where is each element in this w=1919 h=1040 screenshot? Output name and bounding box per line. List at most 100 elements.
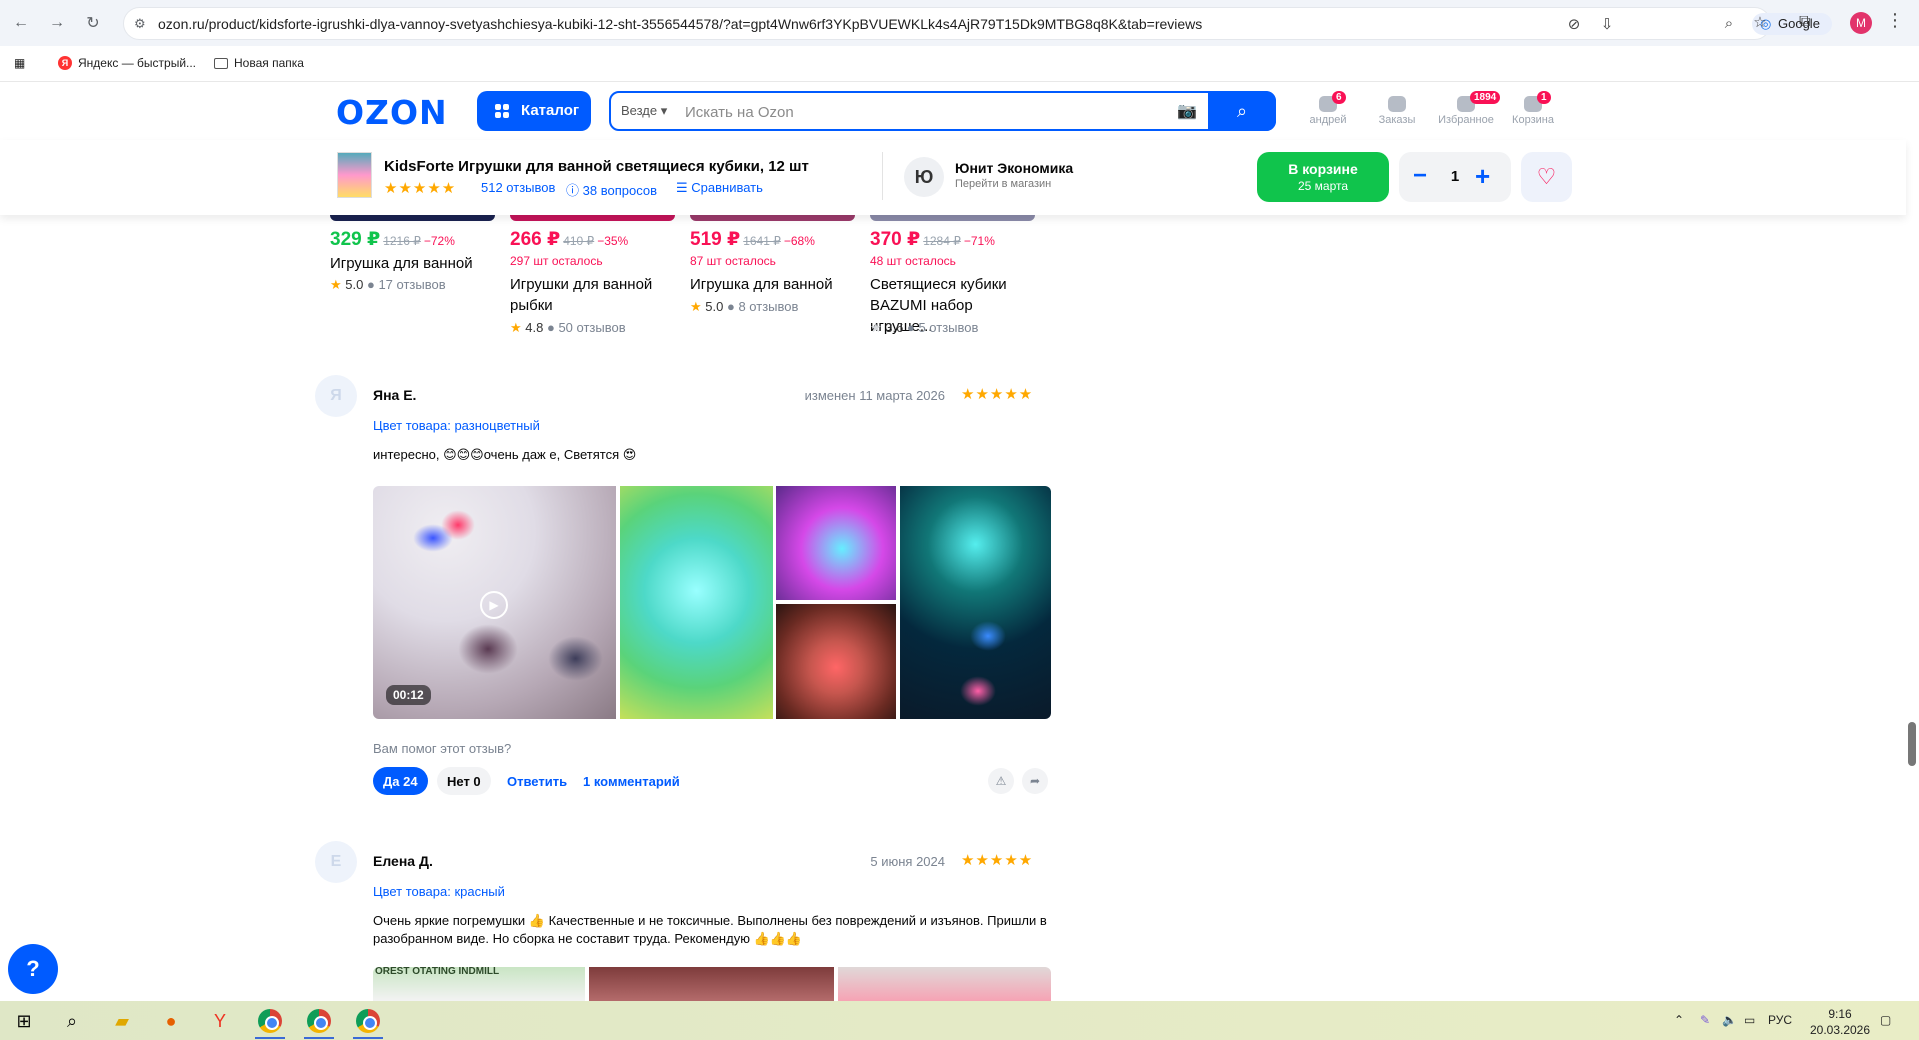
apps-icon[interactable]: ▦ (14, 56, 25, 70)
review-author: Яна Е. (373, 387, 417, 403)
pen-icon[interactable]: ✎ (1700, 1013, 1710, 1027)
favorite-button[interactable]: ♡ (1521, 152, 1572, 202)
recommendation-card[interactable]: 370 ₽1284 ₽ −71% 48 шт осталось Светящиес… (870, 215, 1040, 335)
firefox-icon[interactable]: ● (159, 1009, 183, 1033)
photo-packaging-text: OREST OTATING INDMILL (375, 967, 500, 977)
file-explorer-icon[interactable]: ▰ (110, 1009, 134, 1033)
play-icon[interactable]: ▶ (480, 591, 508, 619)
in-cart-button[interactable]: В корзине 25 марта (1257, 152, 1389, 202)
extensions-icon[interactable]: ⧉ (1799, 13, 1810, 31)
card-image[interactable] (510, 215, 675, 221)
card-reviews: ● 17 отзывов (366, 277, 446, 292)
vote-yes-button[interactable]: Да 24 (373, 767, 428, 795)
recommendation-card[interactable]: 519 ₽1641 ₽ −68% 87 шт осталось Игрушка д… (690, 215, 860, 335)
reload-icon[interactable]: ↻ (80, 10, 106, 36)
ozon-logo[interactable]: OZON (336, 93, 448, 132)
scrollbar-track[interactable] (1906, 82, 1919, 1000)
scrollbar-thumb[interactable] (1908, 722, 1916, 766)
review-photo[interactable] (620, 486, 773, 719)
review-photo[interactable] (776, 486, 896, 600)
review-photo[interactable]: OREST OTATING INDMILL (373, 967, 585, 1001)
questions-link[interactable]: ⓘ 38 вопросов (566, 180, 657, 199)
card-image[interactable] (330, 215, 495, 221)
camera-icon[interactable]: 📷 (1177, 101, 1197, 121)
header-favorites[interactable]: 1894 Избранное (1438, 91, 1501, 126)
address-bar[interactable]: ⚙ ozon.ru/product/kidsforte-igrushki-dly… (123, 7, 1832, 40)
forward-icon[interactable]: → (44, 10, 70, 36)
seller-avatar[interactable]: Ю (904, 157, 944, 197)
review-photo[interactable] (838, 967, 1051, 1001)
review-video[interactable]: ▶ 00:12 (373, 486, 616, 719)
recommendation-card[interactable]: 266 ₽410 ₽ −35% 297 шт осталось Игрушки д… (510, 215, 680, 335)
network-icon[interactable]: ▭ (1744, 1013, 1755, 1027)
search-input[interactable] (685, 101, 1175, 123)
bookmark-label: Яндекс — быстрый... (78, 56, 197, 70)
reply-link[interactable]: Ответить (507, 774, 567, 789)
sticky-product-bar: KidsForte Игрушки для ванной светящиеся … (0, 140, 1906, 215)
tray-chevron-icon[interactable]: ⌃ (1674, 1013, 1684, 1027)
yandex-browser-icon[interactable]: Y (208, 1009, 232, 1033)
notifications-icon[interactable]: ▢ (1880, 1013, 1891, 1027)
card-title[interactable]: Игрушка для ванной (690, 274, 855, 295)
url-text[interactable]: ozon.ru/product/kidsforte-igrushki-dlya-… (158, 16, 1202, 32)
header-profile-label: андрей (1309, 114, 1347, 126)
seller-name[interactable]: Юнит Экономика (955, 160, 1073, 176)
comments-link[interactable]: 1 комментарий (583, 774, 680, 789)
header-profile[interactable]: 6 андрей (1300, 91, 1356, 126)
catalog-button[interactable]: Каталог (477, 91, 591, 131)
search-button[interactable]: ⌕ (1208, 91, 1276, 131)
seller-store-link[interactable]: Перейти в магазин (955, 178, 1051, 190)
card-image[interactable] (690, 215, 855, 221)
language-indicator[interactable]: РУС (1768, 1013, 1792, 1027)
review-photo[interactable] (776, 604, 896, 719)
clock-time[interactable]: 9:16 (1820, 1007, 1860, 1021)
search-scope-select[interactable]: Везде ▾ (621, 103, 667, 119)
header-orders[interactable]: Заказы (1369, 96, 1425, 126)
search-icon[interactable]: ⌕ (60, 1009, 84, 1033)
browser-menu-icon[interactable]: ⋮ (1886, 10, 1904, 31)
help-button[interactable]: ? (8, 944, 58, 994)
bookmark-star-icon[interactable]: ☆ (1750, 13, 1770, 33)
back-icon[interactable]: ← (8, 10, 34, 36)
card-title[interactable]: Игрушка для ванной (330, 253, 495, 274)
plus-icon[interactable]: + (1475, 161, 1490, 192)
bookmark-folder[interactable]: Новая папка (214, 56, 304, 70)
share-icon[interactable]: ➦ (1022, 768, 1048, 794)
compare-link[interactable]: ☰ Сравнивать (676, 180, 763, 196)
box-icon (1388, 96, 1406, 112)
header-cart[interactable]: 1 Корзина (1505, 91, 1561, 126)
minus-icon[interactable]: − (1413, 162, 1427, 190)
shadow-spot (458, 624, 518, 674)
volume-icon[interactable]: 🔈 (1722, 1013, 1737, 1027)
product-thumbnail[interactable] (337, 152, 372, 198)
chrome-icon[interactable] (356, 1009, 380, 1033)
tracking-icon[interactable]: ⊘ (1564, 15, 1584, 35)
card-image[interactable] (870, 215, 1035, 221)
question-icon: ? (26, 956, 40, 981)
search-box: Везде ▾ 📷 (609, 91, 1276, 131)
report-icon[interactable]: ⚠ (988, 768, 1014, 794)
in-cart-label: В корзине (1288, 161, 1358, 177)
site-info-icon[interactable]: ⚙ (134, 16, 150, 32)
review-photo[interactable] (589, 967, 834, 1001)
windows-start-icon[interactable]: ⊞ (12, 1009, 36, 1033)
zoom-icon[interactable]: ⌕ (1719, 15, 1739, 35)
chrome-icon[interactable] (307, 1009, 331, 1033)
profile-avatar[interactable]: M (1850, 12, 1872, 34)
card-reviews: ● 8 отзывов (726, 299, 799, 314)
bookmark-yandex[interactable]: Я Яндекс — быстрый... (58, 56, 196, 70)
clock-date[interactable]: 20.03.2026 (1808, 1023, 1872, 1037)
review-photo[interactable] (900, 486, 1051, 719)
star-icon: ★ (690, 299, 702, 314)
vote-no-button[interactable]: Нет 0 (437, 767, 491, 795)
recommendation-card[interactable]: 329 ₽1216 ₽ −72% Игрушка для ванной ★ 5.0… (330, 215, 500, 335)
card-rating: ★ 4.8 ● 50 отзывов (510, 320, 626, 336)
bookmark-label: Новая папка (234, 56, 304, 70)
bookmarks-bar: ▦ Я Яндекс — быстрый... Новая папка (0, 46, 1919, 82)
chrome-icon[interactable] (258, 1009, 282, 1033)
card-title[interactable]: Игрушки для ванной рыбки (510, 274, 675, 316)
install-icon[interactable]: ⇩ (1597, 15, 1617, 35)
card-stock: 87 шт осталось (690, 254, 776, 268)
reviews-link[interactable]: 512 отзывов (481, 180, 555, 195)
windows-taskbar: ⊞ ⌕ ▰ ● Y ⌃ ✎ 🔈 ▭ РУС 9:16 20.03.2026 ▢ (0, 1001, 1919, 1040)
